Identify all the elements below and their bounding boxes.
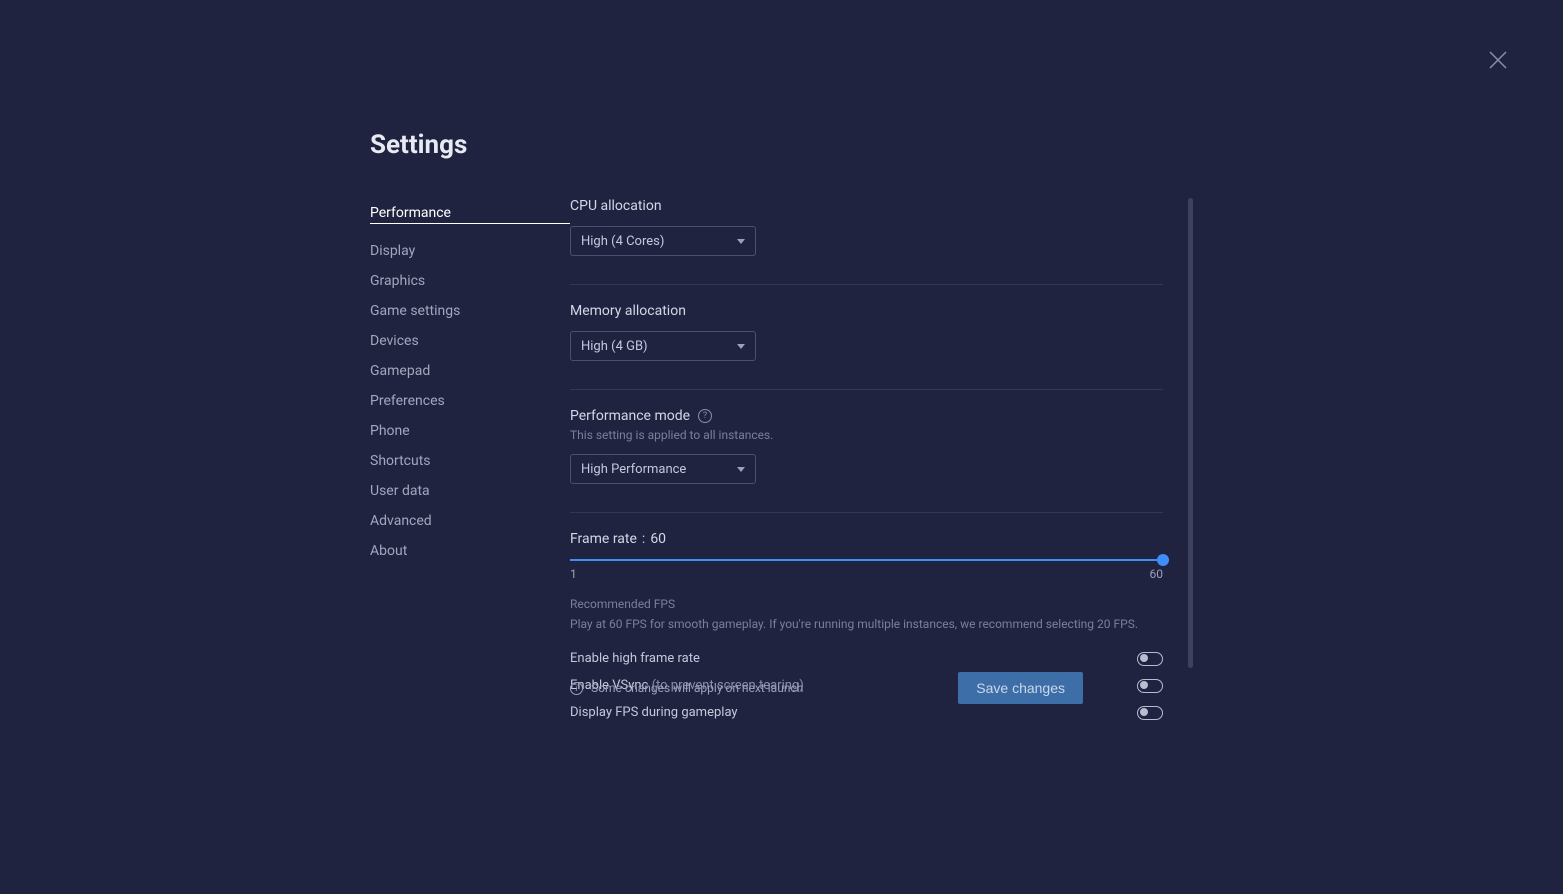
performance-mode-value: High Performance bbox=[581, 462, 686, 477]
toggle-knob bbox=[1140, 708, 1148, 716]
framerate-slider[interactable] bbox=[570, 559, 1163, 561]
sidebar-item-graphics[interactable]: Graphics bbox=[370, 266, 570, 296]
framerate-max: 60 bbox=[1150, 567, 1164, 581]
high-frame-rate-toggle[interactable] bbox=[1137, 652, 1163, 666]
sidebar-item-about[interactable]: About bbox=[370, 536, 570, 566]
performance-mode-label: Performance mode bbox=[570, 408, 690, 424]
cpu-allocation-value: High (4 Cores) bbox=[581, 234, 664, 249]
chevron-down-icon bbox=[737, 467, 745, 472]
sidebar-item-phone[interactable]: Phone bbox=[370, 416, 570, 446]
performance-mode-hint: This setting is applied to all instances… bbox=[570, 428, 1163, 442]
close-button[interactable] bbox=[1488, 50, 1508, 70]
sidebar-item-gamepad[interactable]: Gamepad bbox=[370, 356, 570, 386]
memory-allocation-value: High (4 GB) bbox=[581, 339, 648, 354]
footer-note: Some changes will apply on next launch bbox=[591, 681, 803, 695]
cpu-allocation-dropdown[interactable]: High (4 Cores) bbox=[570, 226, 756, 256]
sidebar-item-shortcuts[interactable]: Shortcuts bbox=[370, 446, 570, 476]
sidebar-item-advanced[interactable]: Advanced bbox=[370, 506, 570, 536]
slider-thumb[interactable] bbox=[1157, 554, 1169, 566]
sidebar-item-devices[interactable]: Devices bbox=[370, 326, 570, 356]
settings-sidebar: Performance Display Graphics Game settin… bbox=[370, 198, 570, 748]
save-changes-button[interactable]: Save changes bbox=[958, 672, 1083, 704]
sidebar-item-user-data[interactable]: User data bbox=[370, 476, 570, 506]
toggle-knob bbox=[1140, 681, 1148, 689]
sidebar-item-performance[interactable]: Performance bbox=[370, 198, 570, 224]
page-title: Settings bbox=[370, 130, 1193, 160]
toggle-knob bbox=[1140, 654, 1148, 662]
sidebar-item-preferences[interactable]: Preferences bbox=[370, 386, 570, 416]
chevron-down-icon bbox=[737, 239, 745, 244]
recommended-fps-title: Recommended FPS bbox=[570, 597, 1163, 611]
high-frame-rate-label: Enable high frame rate bbox=[570, 651, 700, 666]
framerate-value: 60 bbox=[650, 531, 666, 547]
vsync-toggle[interactable] bbox=[1137, 679, 1163, 693]
sidebar-item-display[interactable]: Display bbox=[370, 236, 570, 266]
memory-allocation-dropdown[interactable]: High (4 GB) bbox=[570, 331, 756, 361]
framerate-label: Frame rate bbox=[570, 531, 637, 547]
settings-main-panel: CPU allocation High (4 Cores) Memory all… bbox=[570, 198, 1193, 748]
recommended-fps-text: Play at 60 FPS for smooth gameplay. If y… bbox=[570, 615, 1163, 633]
cpu-allocation-label: CPU allocation bbox=[570, 198, 1163, 214]
display-fps-toggle[interactable] bbox=[1137, 706, 1163, 720]
scrollbar[interactable] bbox=[1188, 198, 1193, 668]
info-icon: i bbox=[570, 682, 583, 695]
performance-mode-dropdown[interactable]: High Performance bbox=[570, 454, 756, 484]
display-fps-label: Display FPS during gameplay bbox=[570, 705, 738, 720]
help-icon[interactable]: ? bbox=[698, 409, 712, 423]
memory-allocation-label: Memory allocation bbox=[570, 303, 1163, 319]
sidebar-item-game-settings[interactable]: Game settings bbox=[370, 296, 570, 326]
chevron-down-icon bbox=[737, 344, 745, 349]
framerate-min: 1 bbox=[570, 567, 577, 581]
close-icon bbox=[1488, 50, 1508, 70]
